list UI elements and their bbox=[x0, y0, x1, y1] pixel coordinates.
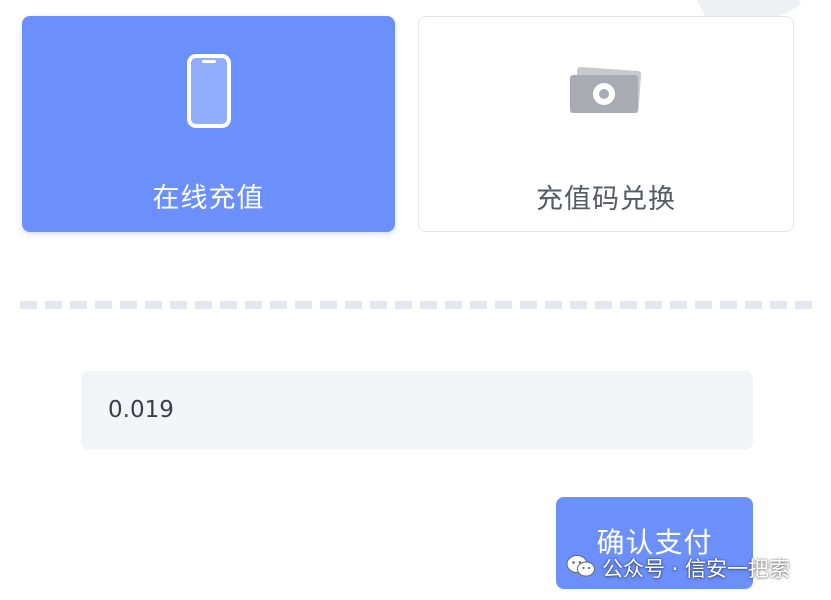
dashed-divider bbox=[20, 301, 820, 309]
watermark-text: 公众号 · 信安一把索 bbox=[602, 557, 791, 581]
watermark: 公众号 · 信安一把索 bbox=[566, 553, 790, 583]
online-recharge-option[interactable]: 在线充值 bbox=[22, 16, 395, 232]
phone-icon bbox=[185, 52, 233, 134]
recharge-page: 在线充值 充值码兑换 0.019 确认支付 公众号 · 信安一把索 bbox=[0, 0, 831, 600]
cash-icon bbox=[568, 65, 644, 121]
online-recharge-label: 在线充值 bbox=[152, 183, 265, 214]
recharge-code-option[interactable]: 充值码兑换 bbox=[418, 16, 794, 232]
recharge-code-label: 充值码兑换 bbox=[536, 184, 676, 215]
amount-input[interactable]: 0.019 bbox=[81, 371, 753, 450]
wechat-icon bbox=[566, 554, 596, 583]
